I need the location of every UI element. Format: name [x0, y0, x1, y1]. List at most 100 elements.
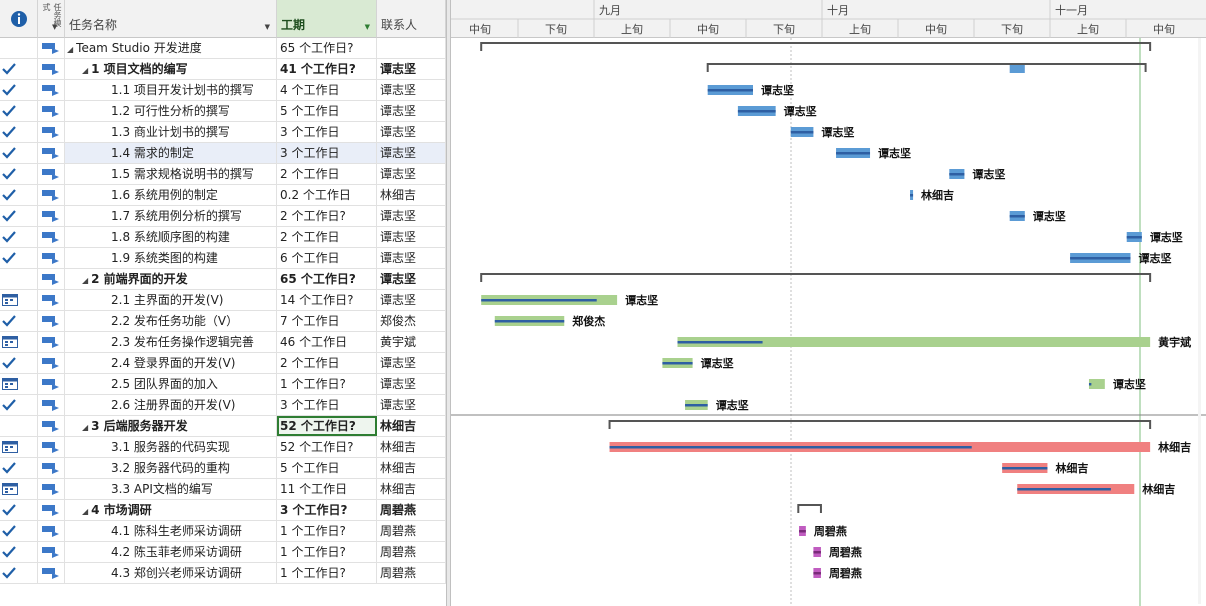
resource-cell[interactable]: 林细吉 [377, 458, 446, 478]
table-row[interactable]: ◢ Team Studio 开发进度 65 个工作日? [0, 38, 446, 59]
task-name-cell[interactable]: 3.3 API文档的编写 [65, 479, 277, 499]
summary-bar[interactable] [797, 504, 822, 513]
task-name-cell[interactable]: 4.2 陈玉菲老师采访调研 [65, 542, 277, 562]
duration-cell[interactable]: 1 个工作日? [277, 563, 377, 583]
summary-bar[interactable] [608, 420, 1152, 429]
table-row[interactable]: 4.3 郑创兴老师采访调研 1 个工作日? 周碧燕 [0, 563, 446, 584]
resource-cell[interactable]: 周碧燕 [377, 500, 446, 520]
task-mode-cell[interactable] [38, 80, 65, 100]
task-mode-cell[interactable] [38, 164, 65, 184]
collapse-triangle-icon[interactable]: ◢ [82, 276, 88, 285]
task-name-cell[interactable]: 1.8 系统顺序图的构建 [65, 227, 277, 247]
resource-cell[interactable]: 谭志坚 [377, 269, 446, 289]
duration-cell[interactable]: 3 个工作日 [277, 395, 377, 415]
table-row[interactable]: ◢ 3 后端服务器开发 52 个工作日? 林细吉 [0, 416, 446, 437]
task-mode-cell[interactable] [38, 185, 65, 205]
task-mode-cell[interactable] [38, 416, 65, 436]
task-name-cell[interactable]: ◢ 2 前端界面的开发 [65, 269, 277, 289]
task-mode-cell[interactable] [38, 290, 65, 310]
duration-cell[interactable]: 1 个工作日? [277, 521, 377, 541]
collapse-triangle-icon[interactable]: ◢ [67, 45, 73, 54]
table-row[interactable]: 1.7 系统用例分析的撰写 2 个工作日? 谭志坚 [0, 206, 446, 227]
resource-cell[interactable]: 谭志坚 [377, 290, 446, 310]
duration-cell[interactable]: 2 个工作日 [277, 227, 377, 247]
table-row[interactable]: 2.1 主界面的开发(V) 14 个工作日? 谭志坚 [0, 290, 446, 311]
task-mode-cell[interactable] [38, 458, 65, 478]
duration-cell[interactable]: 65 个工作日? [277, 269, 377, 289]
task-mode-cell[interactable] [38, 248, 65, 268]
task-name-cell[interactable]: ◢ Team Studio 开发进度 [65, 38, 277, 58]
resource-cell[interactable]: 谭志坚 [377, 101, 446, 121]
duration-cell[interactable]: 52 个工作日? [277, 437, 377, 457]
task-name-cell[interactable]: 2.1 主界面的开发(V) [65, 290, 277, 310]
duration-cell[interactable]: 5 个工作日 [277, 458, 377, 478]
resource-cell[interactable] [377, 38, 446, 58]
table-row[interactable]: 2.5 团队界面的加入 1 个工作日? 谭志坚 [0, 374, 446, 395]
resource-cell[interactable]: 谭志坚 [377, 143, 446, 163]
duration-cell[interactable]: 11 个工作日 [277, 479, 377, 499]
table-row[interactable]: 1.9 系统类图的构建 6 个工作日 谭志坚 [0, 248, 446, 269]
table-row[interactable]: 3.3 API文档的编写 11 个工作日 林细吉 [0, 479, 446, 500]
task-name-cell[interactable]: 3.1 服务器的代码实现 [65, 437, 277, 457]
resource-cell[interactable]: 周碧燕 [377, 563, 446, 583]
task-name-cell[interactable]: ◢ 3 后端服务器开发 [65, 416, 277, 436]
duration-cell[interactable]: 5 个工作日 [277, 101, 377, 121]
summary-bar[interactable] [480, 42, 1152, 51]
task-bar[interactable] [1088, 379, 1105, 389]
duration-cell[interactable]: 1 个工作日? [277, 374, 377, 394]
table-row[interactable]: 1.6 系统用例的制定 0.2 个工作日 林细吉 [0, 185, 446, 206]
task-mode-cell[interactable] [38, 479, 65, 499]
resource-cell[interactable]: 谭志坚 [377, 374, 446, 394]
duration-cell[interactable]: 41 个工作日? [277, 59, 377, 79]
duration-cell[interactable]: 3 个工作日 [277, 143, 377, 163]
task-name-cell[interactable]: 1.5 需求规格说明书的撰写 [65, 164, 277, 184]
chevron-down-icon[interactable]: ▼ [265, 23, 270, 31]
task-mode-cell[interactable] [38, 437, 65, 457]
resource-cell[interactable]: 谭志坚 [377, 164, 446, 184]
duration-cell[interactable]: 4 个工作日 [277, 80, 377, 100]
summary-bar[interactable] [706, 63, 1147, 72]
task-mode-cell[interactable] [38, 101, 65, 121]
duration-cell[interactable]: 14 个工作日? [277, 290, 377, 310]
duration-cell[interactable]: 65 个工作日? [277, 38, 377, 58]
task-name-cell[interactable]: 1.6 系统用例的制定 [65, 185, 277, 205]
duration-cell[interactable]: 1 个工作日? [277, 542, 377, 562]
resource-cell[interactable]: 周碧燕 [377, 521, 446, 541]
duration-cell[interactable]: 3 个工作日 [277, 122, 377, 142]
task-mode-column-header[interactable]: 任务模式 ▼ [38, 0, 65, 38]
task-mode-cell[interactable] [38, 395, 65, 415]
chevron-down-icon[interactable]: ▼ [52, 23, 57, 31]
table-row[interactable]: 1.2 可行性分析的撰写 5 个工作日 谭志坚 [0, 101, 446, 122]
table-row[interactable]: 3.2 服务器代码的重构 5 个工作日 林细吉 [0, 458, 446, 479]
table-row[interactable]: 2.3 发布任务操作逻辑完善 46 个工作日 黄宇斌 [0, 332, 446, 353]
resource-cell[interactable]: 谭志坚 [377, 395, 446, 415]
task-name-cell[interactable]: 1.2 可行性分析的撰写 [65, 101, 277, 121]
task-name-cell[interactable]: 4.1 陈科生老师采访调研 [65, 521, 277, 541]
task-name-cell[interactable]: 2.6 注册界面的开发(V) [65, 395, 277, 415]
resource-cell[interactable]: 谭志坚 [377, 206, 446, 226]
task-mode-cell[interactable] [38, 521, 65, 541]
table-row[interactable]: 1.3 商业计划书的撰写 3 个工作日 谭志坚 [0, 122, 446, 143]
task-mode-cell[interactable] [38, 311, 65, 331]
task-mode-cell[interactable] [38, 269, 65, 289]
resource-cell[interactable]: 黄宇斌 [377, 332, 446, 352]
task-name-cell[interactable]: 2.4 登录界面的开发(V) [65, 353, 277, 373]
resource-cell[interactable]: 林细吉 [377, 479, 446, 499]
resource-cell[interactable]: 谭志坚 [377, 59, 446, 79]
chevron-down-icon[interactable]: ▼ [365, 23, 370, 31]
table-row[interactable]: ◢ 4 市场调研 3 个工作日? 周碧燕 [0, 500, 446, 521]
duration-cell[interactable]: 46 个工作日 [277, 332, 377, 352]
duration-cell[interactable]: 6 个工作日 [277, 248, 377, 268]
task-name-cell[interactable]: 1.7 系统用例分析的撰写 [65, 206, 277, 226]
duration-cell[interactable]: 2 个工作日? [277, 206, 377, 226]
table-row[interactable]: 4.2 陈玉菲老师采访调研 1 个工作日? 周碧燕 [0, 542, 446, 563]
task-name-cell[interactable]: 2.3 发布任务操作逻辑完善 [65, 332, 277, 352]
task-name-cell[interactable]: 2.2 发布任务功能（V） [65, 311, 277, 331]
task-name-cell[interactable]: ◢ 1 项目文档的编写 [65, 59, 277, 79]
table-row[interactable]: 4.1 陈科生老师采访调研 1 个工作日? 周碧燕 [0, 521, 446, 542]
task-name-cell[interactable]: 1.1 项目开发计划书的撰写 [65, 80, 277, 100]
task-mode-cell[interactable] [38, 500, 65, 520]
duration-cell[interactable]: 2 个工作日 [277, 353, 377, 373]
table-row[interactable]: ◢ 2 前端界面的开发 65 个工作日? 谭志坚 [0, 269, 446, 290]
table-row[interactable]: 2.6 注册界面的开发(V) 3 个工作日 谭志坚 [0, 395, 446, 416]
